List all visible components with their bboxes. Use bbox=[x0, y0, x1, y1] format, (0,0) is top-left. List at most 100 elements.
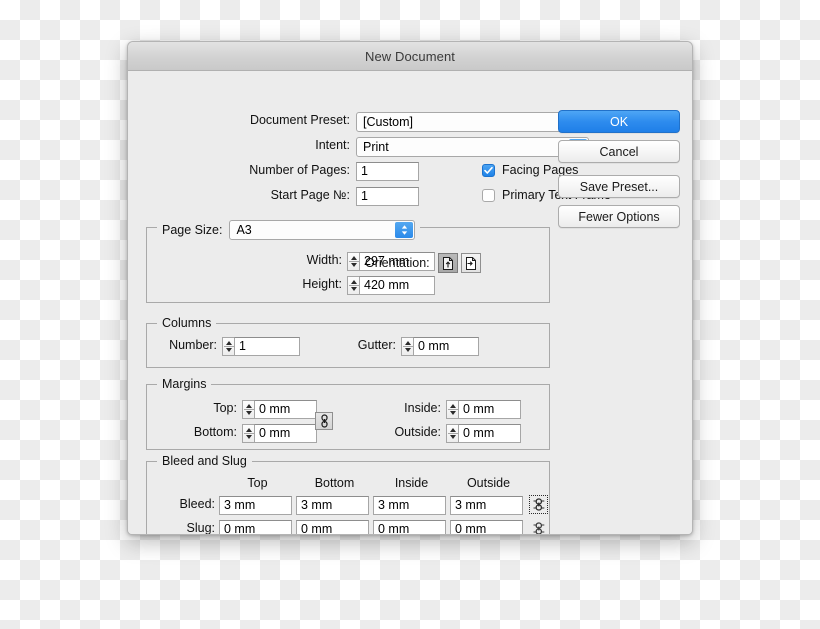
cancel-button[interactable]: Cancel bbox=[558, 140, 680, 163]
bleed-and-slug-legend: Bleed and Slug bbox=[162, 454, 247, 468]
columns-gutter-stepper[interactable]: 0 mm bbox=[401, 337, 479, 356]
columns-group: Columns Number: 1 Gutter: 0 mm bbox=[146, 316, 550, 368]
page-size-value: A3 bbox=[236, 223, 252, 237]
slug-label: Slug: bbox=[186, 521, 216, 535]
width-stepper-arrows[interactable] bbox=[347, 252, 359, 271]
dialog-titlebar[interactable]: New Document bbox=[128, 42, 692, 71]
ok-button[interactable]: OK bbox=[558, 110, 680, 133]
slug-label-wrap: Slug: bbox=[147, 521, 216, 535]
margin-outside-stepper[interactable]: 0 mm bbox=[446, 424, 521, 443]
margin-top-label: Top: bbox=[213, 401, 237, 415]
width-label-wrap: Width: bbox=[147, 253, 342, 267]
margin-inside-label-wrap: Inside: bbox=[343, 401, 441, 415]
orientation-row: Orientation: bbox=[365, 253, 481, 273]
document-preset-label: Document Preset: bbox=[249, 113, 350, 127]
bleed-col-header-bottom: Bottom bbox=[314, 476, 355, 490]
intent-label: Intent: bbox=[315, 138, 350, 152]
page-size-legend: Page Size: bbox=[162, 223, 223, 237]
slug-top-input[interactable]: 0 mm bbox=[219, 520, 292, 535]
height-label: Height: bbox=[302, 277, 342, 291]
margin-inside-label: Inside: bbox=[404, 401, 441, 415]
dialog-title: New Document bbox=[364, 48, 456, 64]
margin-bottom-label: Bottom: bbox=[193, 425, 237, 439]
page-size-group: Page Size: A3 Width: 297 mm Height: 420 … bbox=[146, 220, 550, 303]
bleed-top-input[interactable]: 3 mm bbox=[219, 496, 292, 515]
intent-select[interactable]: Print bbox=[356, 137, 589, 157]
slug-bottom-input[interactable]: 0 mm bbox=[296, 520, 369, 534]
height-value: 420 mm bbox=[364, 278, 410, 292]
columns-number-label: Number: bbox=[169, 338, 217, 352]
bleed-col-header-inside: Inside bbox=[394, 476, 429, 490]
margin-top-stepper-arrows[interactable] bbox=[242, 400, 254, 419]
margins-link-button[interactable] bbox=[315, 412, 333, 430]
orientation-portrait-button[interactable] bbox=[437, 253, 458, 273]
orientation-landscape-button[interactable] bbox=[460, 253, 481, 273]
orientation-label: Orientation: bbox=[365, 256, 430, 270]
height-label-wrap: Height: bbox=[147, 277, 342, 291]
primary-text-frame-checkbox[interactable] bbox=[482, 188, 495, 202]
height-stepper[interactable]: 420 mm bbox=[347, 276, 435, 295]
number-of-pages-label-wrap: Number of Pages: bbox=[128, 163, 350, 177]
margin-bottom-value: 0 mm bbox=[259, 426, 291, 440]
save-preset-button[interactable]: Save Preset... bbox=[558, 175, 680, 198]
margin-inside-input[interactable]: 0 mm bbox=[458, 400, 521, 419]
bleed-inside-input[interactable]: 3 mm bbox=[373, 496, 446, 515]
start-page-input[interactable]: 1 bbox=[356, 187, 419, 206]
margins-group: Margins Top: 0 mm Bottom: 0 mm Inside: 0… bbox=[146, 377, 550, 450]
slug-outside-value: 0 mm bbox=[455, 522, 487, 535]
bleed-top-value: 3 mm bbox=[224, 498, 256, 512]
intent-value: Print bbox=[363, 140, 389, 154]
number-of-pages-label: Number of Pages: bbox=[249, 163, 350, 177]
margins-legend: Margins bbox=[162, 377, 207, 391]
columns-number-stepper-arrows[interactable] bbox=[222, 337, 234, 356]
margin-outside-stepper-arrows[interactable] bbox=[446, 424, 458, 443]
columns-legend: Columns bbox=[162, 316, 212, 330]
bleed-outside-value: 3 mm bbox=[455, 498, 487, 512]
margin-inside-value: 0 mm bbox=[463, 402, 495, 416]
slug-top-value: 0 mm bbox=[224, 522, 256, 535]
bleed-bottom-value: 3 mm bbox=[301, 498, 333, 512]
fewer-options-button[interactable]: Fewer Options bbox=[558, 205, 680, 228]
columns-gutter-label: Gutter: bbox=[357, 338, 396, 352]
start-page-label-wrap: Start Page №: bbox=[128, 188, 350, 202]
start-page-label: Start Page №: bbox=[270, 188, 350, 202]
height-input[interactable]: 420 mm bbox=[359, 276, 435, 295]
margin-inside-stepper-arrows[interactable] bbox=[446, 400, 458, 419]
columns-gutter-input[interactable]: 0 mm bbox=[413, 337, 479, 356]
document-preset-select[interactable]: [Custom] bbox=[356, 112, 589, 132]
page-size-select[interactable]: A3 bbox=[229, 220, 416, 240]
columns-number-stepper[interactable]: 1 bbox=[222, 337, 300, 356]
margin-outside-label: Outside: bbox=[394, 425, 441, 439]
facing-pages-checkbox[interactable] bbox=[482, 163, 495, 177]
margin-outside-input[interactable]: 0 mm bbox=[458, 424, 521, 443]
slug-outside-input[interactable]: 0 mm bbox=[450, 520, 523, 535]
bleed-and-slug-legend-wrap: Bleed and Slug bbox=[157, 454, 252, 468]
bleed-outside-input[interactable]: 3 mm bbox=[450, 496, 523, 515]
columns-gutter-stepper-arrows[interactable] bbox=[401, 337, 413, 356]
margin-bottom-stepper-arrows[interactable] bbox=[242, 424, 254, 443]
margin-inside-stepper[interactable]: 0 mm bbox=[446, 400, 521, 419]
bleed-link-icon[interactable] bbox=[529, 495, 548, 514]
margin-top-label-wrap: Top: bbox=[147, 401, 237, 415]
intent-label-wrap: Intent: bbox=[128, 138, 350, 152]
slug-inside-input[interactable]: 0 mm bbox=[373, 520, 446, 534]
number-of-pages-value: 1 bbox=[361, 164, 368, 178]
margin-bottom-label-wrap: Bottom: bbox=[147, 425, 237, 439]
margin-top-stepper[interactable]: 0 mm bbox=[242, 400, 317, 419]
new-document-dialog: New Document Document Preset: [Custom] I… bbox=[127, 41, 693, 535]
columns-number-label-wrap: Number: bbox=[147, 338, 217, 352]
slug-link-icon[interactable] bbox=[530, 520, 547, 534]
margin-bottom-input[interactable]: 0 mm bbox=[254, 424, 317, 443]
start-page-value: 1 bbox=[361, 189, 368, 203]
columns-gutter-value: 0 mm bbox=[418, 339, 450, 353]
height-stepper-arrows[interactable] bbox=[347, 276, 359, 295]
margin-bottom-stepper[interactable]: 0 mm bbox=[242, 424, 317, 443]
bleed-label: Bleed: bbox=[179, 497, 215, 511]
bleed-and-slug-group: Bleed and Slug Top Bottom Inside Outside… bbox=[146, 454, 550, 535]
number-of-pages-input[interactable]: 1 bbox=[356, 162, 419, 181]
columns-gutter-label-wrap: Gutter: bbox=[332, 338, 396, 352]
chevron-updown-icon[interactable] bbox=[395, 222, 414, 238]
columns-number-input[interactable]: 1 bbox=[234, 337, 300, 356]
bleed-bottom-input[interactable]: 3 mm bbox=[296, 496, 369, 515]
margin-top-input[interactable]: 0 mm bbox=[254, 400, 317, 419]
